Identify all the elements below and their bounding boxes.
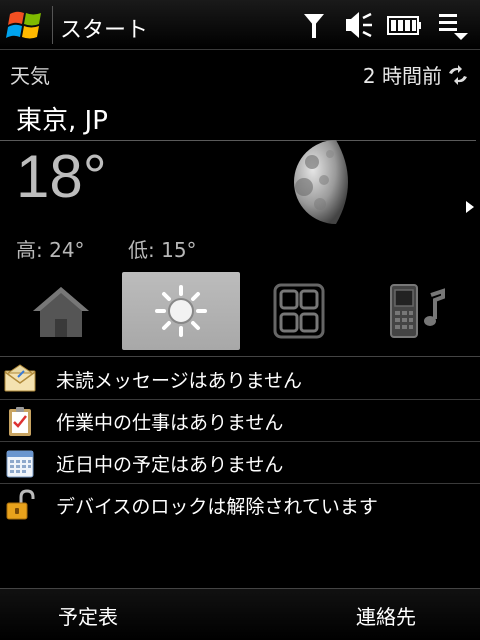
title-bar: スタート — [0, 0, 480, 50]
softkey-bar: 予定表 連絡先 — [0, 588, 480, 640]
list-item-label: 近日中の予定はありません — [56, 454, 284, 476]
unlocked-padlock-icon — [6, 489, 35, 520]
battery-icon[interactable] — [386, 8, 422, 42]
tab-home[interactable] — [2, 272, 120, 350]
title-divider — [52, 6, 53, 44]
plugin-tab-bar — [0, 272, 480, 350]
antenna-icon[interactable] — [300, 8, 328, 42]
next-arrow-icon[interactable] — [466, 201, 474, 213]
city-divider — [0, 140, 476, 141]
moon-icon — [294, 140, 348, 224]
weather-high: 高: 24° — [16, 238, 85, 262]
weather-city[interactable]: 東京, JP — [16, 100, 108, 137]
title-text[interactable]: スタート — [60, 12, 148, 44]
home-icon — [33, 287, 89, 337]
volume-icon[interactable] — [344, 8, 374, 42]
tab-apps[interactable] — [240, 272, 358, 350]
weather-temperature: 18° — [16, 143, 107, 210]
envelope-icon — [4, 364, 36, 392]
list-item-label: 作業中の仕事はありません — [56, 412, 284, 434]
list-item-label: デバイスのロックは解除されています — [56, 496, 378, 518]
softkey-contacts[interactable]: 連絡先 — [356, 601, 416, 630]
softkey-calendar[interactable]: 予定表 — [58, 601, 118, 630]
tab-weather[interactable] — [122, 272, 240, 350]
phone-music-icon — [390, 284, 445, 338]
weather-low: 低: 15° — [128, 238, 197, 262]
list-item-label: 未読メッセージはありません — [56, 370, 303, 392]
list-item-calendar[interactable]: 近日中の予定はありません — [0, 442, 480, 484]
refresh-icon[interactable] — [446, 64, 470, 85]
list-item-device-lock[interactable]: デバイスのロックは解除されています — [0, 484, 480, 526]
windows-start-icon[interactable] — [4, 6, 48, 44]
menu-icon[interactable] — [436, 8, 470, 42]
list-item-tasks[interactable]: 作業中の仕事はありません — [0, 400, 480, 442]
apps-grid-icon — [273, 283, 325, 339]
weather-sun-icon — [155, 285, 207, 337]
weather-label: 天気 — [10, 64, 50, 88]
today-list: 未読メッセージはありません 作業中の仕事はありません 近日中の予定はありません … — [0, 358, 480, 526]
weather-updated[interactable]: 2 時間前 — [363, 60, 470, 89]
today-screen: スタート 天気 2 時間前 東京, JP 18° 高: 24° 低: 15° 未… — [0, 0, 480, 640]
list-item-messages[interactable]: 未読メッセージはありません — [0, 358, 480, 400]
calendar-icon — [6, 450, 34, 478]
tab-media[interactable] — [358, 272, 476, 350]
clipboard-icon — [9, 407, 31, 436]
weather-updated-text: 2 時間前 — [362, 64, 442, 88]
tabs-divider — [0, 356, 480, 357]
